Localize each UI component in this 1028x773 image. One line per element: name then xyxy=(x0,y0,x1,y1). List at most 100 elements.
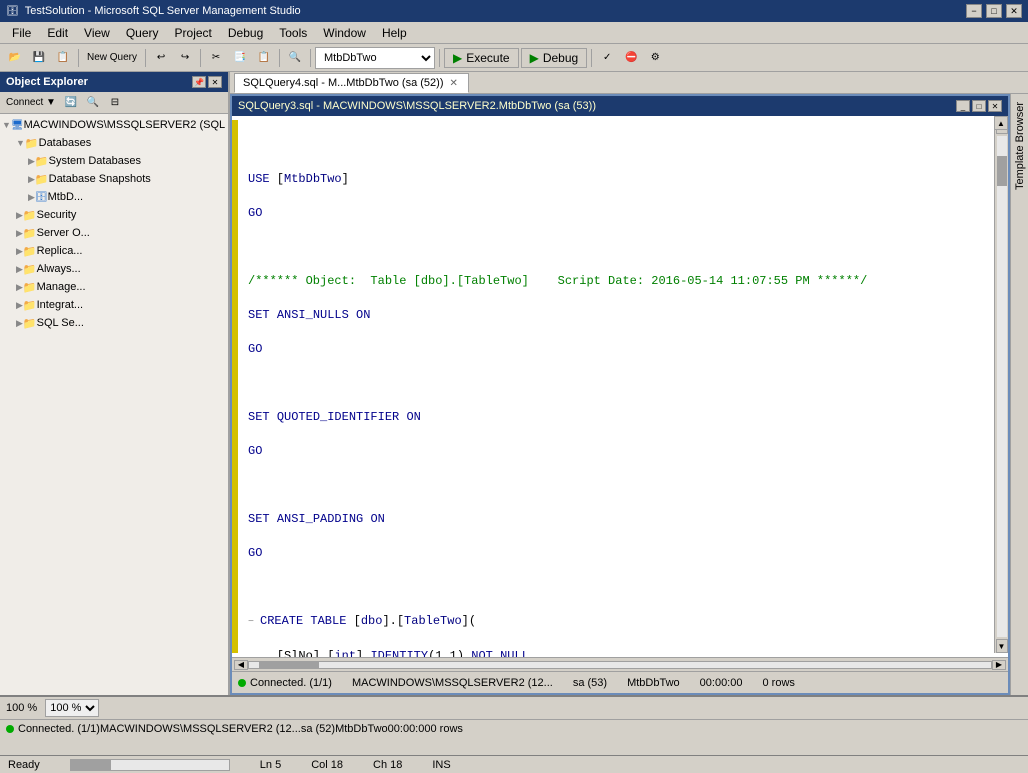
security-label: Security xyxy=(37,209,77,221)
status-ln: Ln 5 xyxy=(260,759,281,771)
sql-window-restore[interactable]: □ xyxy=(972,100,986,112)
menu-view[interactable]: View xyxy=(76,24,118,42)
menu-query[interactable]: Query xyxy=(118,24,167,42)
bottom-time-label: 00:00:00 xyxy=(388,723,431,735)
replication-label: Replica... xyxy=(37,245,83,257)
menu-help[interactable]: Help xyxy=(374,24,415,42)
tree-item-management[interactable]: ▶ 📁 Manage... xyxy=(0,278,228,296)
menu-bar: File Edit View Query Project Debug Tools… xyxy=(0,22,1028,44)
save-all-button[interactable]: 📋 xyxy=(52,47,74,69)
db-snapshots-expand-icon: ▶ xyxy=(28,174,35,185)
new-query-button[interactable]: New Query xyxy=(83,47,141,69)
paste-button[interactable]: 📋 xyxy=(253,47,275,69)
management-label: Manage... xyxy=(37,281,86,293)
bottom-status-connected: Connected. (1/1) xyxy=(6,723,100,735)
bottom-status-indicator xyxy=(6,725,14,733)
undo-button[interactable]: ↩ xyxy=(150,47,172,69)
maximize-button[interactable]: □ xyxy=(986,4,1002,18)
tree-item-mtbdb[interactable]: ▶ 🗄 MtbD... xyxy=(0,188,228,206)
oe-collapse-button[interactable]: ⊟ xyxy=(104,92,126,114)
menu-project[interactable]: Project xyxy=(167,24,220,42)
menu-window[interactable]: Window xyxy=(315,24,374,42)
scroll-bottom-button[interactable]: ▼ xyxy=(996,639,1008,653)
oe-close-button[interactable]: ✕ xyxy=(208,76,222,88)
bottom-connected-label: Connected. (1/1) xyxy=(18,723,100,735)
scroll-right-button[interactable]: ▶ xyxy=(992,660,1006,670)
inner-server-label: MACWINDOWS\MSSQLSERVER2 (12... xyxy=(352,677,553,689)
inner-time-label: 00:00:00 xyxy=(700,677,743,689)
sql-window-title: SQLQuery3.sql - MACWINDOWS\MSSQLSERVER2.… xyxy=(238,100,596,112)
title-bar: 🗄 TestSolution - Microsoft SQL Server Ma… xyxy=(0,0,1028,22)
mtbdb-icon: 🗄 xyxy=(35,192,48,203)
open-file-button[interactable]: 📂 xyxy=(4,47,26,69)
database-dropdown[interactable]: MtbDbTwo xyxy=(315,47,435,69)
sql-window-close[interactable]: ✕ xyxy=(988,100,1002,112)
template-browser-sidebar: Template Browser xyxy=(1010,94,1028,695)
tree-item-replication[interactable]: ▶ 📁 Replica... xyxy=(0,242,228,260)
inner-connected-label: Connected. (1/1) xyxy=(250,677,332,689)
oe-pin-button[interactable]: 📌 xyxy=(192,76,206,88)
main-tab-bar: SQLQuery4.sql - M...MtbDbTwo (sa (52)) ✕ xyxy=(230,72,1028,94)
close-button[interactable]: ✕ xyxy=(1006,4,1022,18)
tab-sqlquery4-close[interactable]: ✕ xyxy=(450,78,458,89)
code-area[interactable]: USE [MtbDbTwo] GO /****** Object: Table … xyxy=(238,120,994,653)
execute-button[interactable]: ▶ Execute xyxy=(444,48,519,68)
server-objects-folder-icon: 📁 xyxy=(23,227,37,240)
tree-item-sqlserver[interactable]: ▶ 📁 SQL Se... xyxy=(0,314,228,332)
menu-debug[interactable]: Debug xyxy=(220,24,271,42)
oe-refresh-button[interactable]: 🔄 xyxy=(60,92,82,114)
status-mode: INS xyxy=(432,759,450,771)
scrollbar-track xyxy=(997,136,1007,637)
check-button[interactable]: ✓ xyxy=(596,47,618,69)
vertical-scrollbar[interactable]: ▼ ▼ xyxy=(994,120,1008,653)
template-browser-label[interactable]: Template Browser xyxy=(1014,102,1026,190)
parse-button[interactable]: ⚙ xyxy=(644,47,666,69)
object-explorer-content: ▼ 🖥 MACWINDOWS\MSSQLSERVER2 (SQL Serv...… xyxy=(0,114,228,695)
save-button[interactable]: 💾 xyxy=(28,47,50,69)
scroll-up-button[interactable]: ▲ xyxy=(994,116,1008,130)
toolbar-sep-4 xyxy=(279,49,280,67)
query-area: SQLQuery4.sql - M...MtbDbTwo (sa (52)) ✕… xyxy=(230,72,1028,695)
object-explorer: Object Explorer 📌 ✕ Connect ▼ 🔄 🔍 ⊟ ▼ 🖥 … xyxy=(0,72,230,695)
sql-window-minimize[interactable]: _ xyxy=(956,100,970,112)
tree-item-system-db[interactable]: ▶ 📁 System Databases xyxy=(0,152,228,170)
system-db-label: System Databases xyxy=(49,155,141,167)
cut-button[interactable]: ✂ xyxy=(205,47,227,69)
menu-file[interactable]: File xyxy=(4,24,39,42)
tree-item-alwayson[interactable]: ▶ 📁 Always... xyxy=(0,260,228,278)
stop-button[interactable]: ⛔ xyxy=(620,47,642,69)
oe-connect-button[interactable]: Connect ▼ xyxy=(2,92,60,114)
alwayson-folder-icon: 📁 xyxy=(23,263,37,276)
bottom-zoom-select[interactable]: 100 % xyxy=(45,699,99,717)
tab-sqlquery4[interactable]: SQLQuery4.sql - M...MtbDbTwo (sa (52)) ✕ xyxy=(234,73,469,93)
toolbar-sep-5 xyxy=(310,49,311,67)
tree-item-server[interactable]: ▼ 🖥 MACWINDOWS\MSSQLSERVER2 (SQL Serv... xyxy=(0,116,228,134)
sqlserver-folder-icon: 📁 xyxy=(23,317,37,330)
menu-edit[interactable]: Edit xyxy=(39,24,76,42)
main-layout: Object Explorer 📌 ✕ Connect ▼ 🔄 🔍 ⊟ ▼ 🖥 … xyxy=(0,72,1028,695)
toolbar-sep-1 xyxy=(78,49,79,67)
tree-item-integration[interactable]: ▶ 📁 Integrat... xyxy=(0,296,228,314)
execute-label: Execute xyxy=(466,51,509,65)
oe-filter-button[interactable]: 🔍 xyxy=(82,92,104,114)
tree-item-security[interactable]: ▶ 📁 Security xyxy=(0,206,228,224)
scroll-left-button[interactable]: ◀ xyxy=(234,660,248,670)
horizontal-scrollbar[interactable]: ◀ ▶ xyxy=(232,657,1008,671)
menu-tools[interactable]: Tools xyxy=(271,24,315,42)
redo-button[interactable]: ↪ xyxy=(174,47,196,69)
tree-item-db-snapshots[interactable]: ▶ 📁 Database Snapshots xyxy=(0,170,228,188)
find-button[interactable]: 🔍 xyxy=(284,47,306,69)
copy-button[interactable]: 📑 xyxy=(229,47,251,69)
object-explorer-toolbar: Connect ▼ 🔄 🔍 ⊟ xyxy=(0,92,228,114)
status-ch: Ch 18 xyxy=(373,759,402,771)
integration-label: Integrat... xyxy=(37,299,83,311)
tree-item-databases[interactable]: ▼ 📁 Databases xyxy=(0,134,228,152)
replication-expand-icon: ▶ xyxy=(16,246,23,257)
integration-expand-icon: ▶ xyxy=(16,300,23,311)
minimize-button[interactable]: − xyxy=(966,4,982,18)
debug-button[interactable]: ▶ Debug xyxy=(521,48,588,68)
app-icon: 🗄 xyxy=(6,6,19,17)
server-objects-label: Server O... xyxy=(37,227,90,239)
tree-item-server-objects[interactable]: ▶ 📁 Server O... xyxy=(0,224,228,242)
sqlserver-expand-icon: ▶ xyxy=(16,318,23,329)
